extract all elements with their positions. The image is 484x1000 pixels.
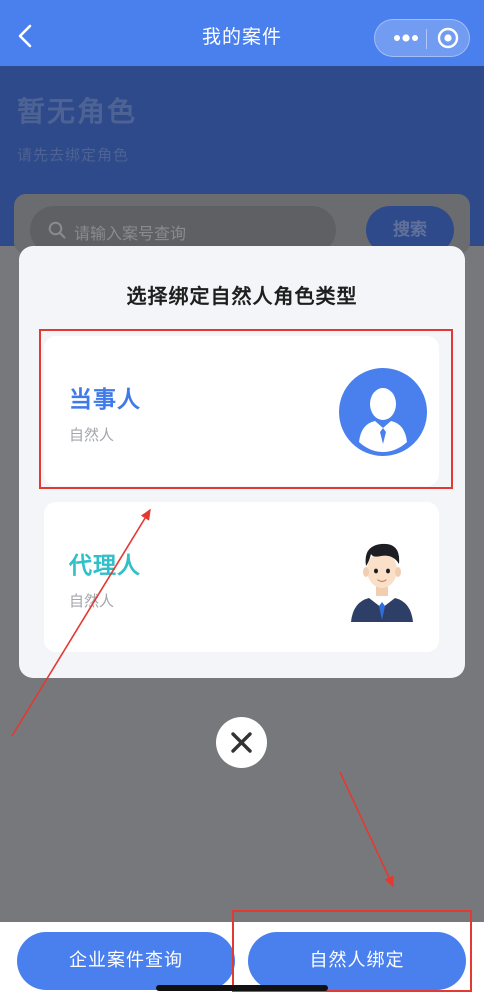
search-card: 请输入案号查询 搜索: [14, 194, 470, 254]
role-subtitle: 请先去绑定角色: [17, 146, 130, 164]
role-option-name: 代理人: [69, 553, 141, 579]
role-title: 暂无角色: [17, 95, 138, 128]
role-option-agent[interactable]: 代理人 自然人: [44, 502, 439, 652]
annotation-highlight-box: [39, 329, 453, 489]
search-icon: [48, 221, 66, 239]
navbar: 我的案件: [0, 0, 484, 66]
home-indicator: [156, 985, 328, 991]
agent-avatar-icon: [351, 543, 413, 622]
annotation-arrow: [339, 771, 394, 888]
capsule-divider: [426, 29, 427, 49]
close-icon: [231, 732, 252, 753]
capsule-menu: [374, 19, 470, 57]
role-option-kind: 自然人: [69, 592, 115, 610]
close-button[interactable]: [216, 717, 267, 768]
search-placeholder: 请输入案号查询: [74, 224, 187, 243]
company-case-query-button[interactable]: 企业案件查询: [17, 932, 235, 990]
modal-title: 选择绑定自然人角色类型: [126, 284, 358, 308]
more-dots-icon[interactable]: [393, 32, 419, 44]
circle-target-icon[interactable]: [437, 27, 459, 49]
annotation-highlight-box: [232, 910, 472, 992]
